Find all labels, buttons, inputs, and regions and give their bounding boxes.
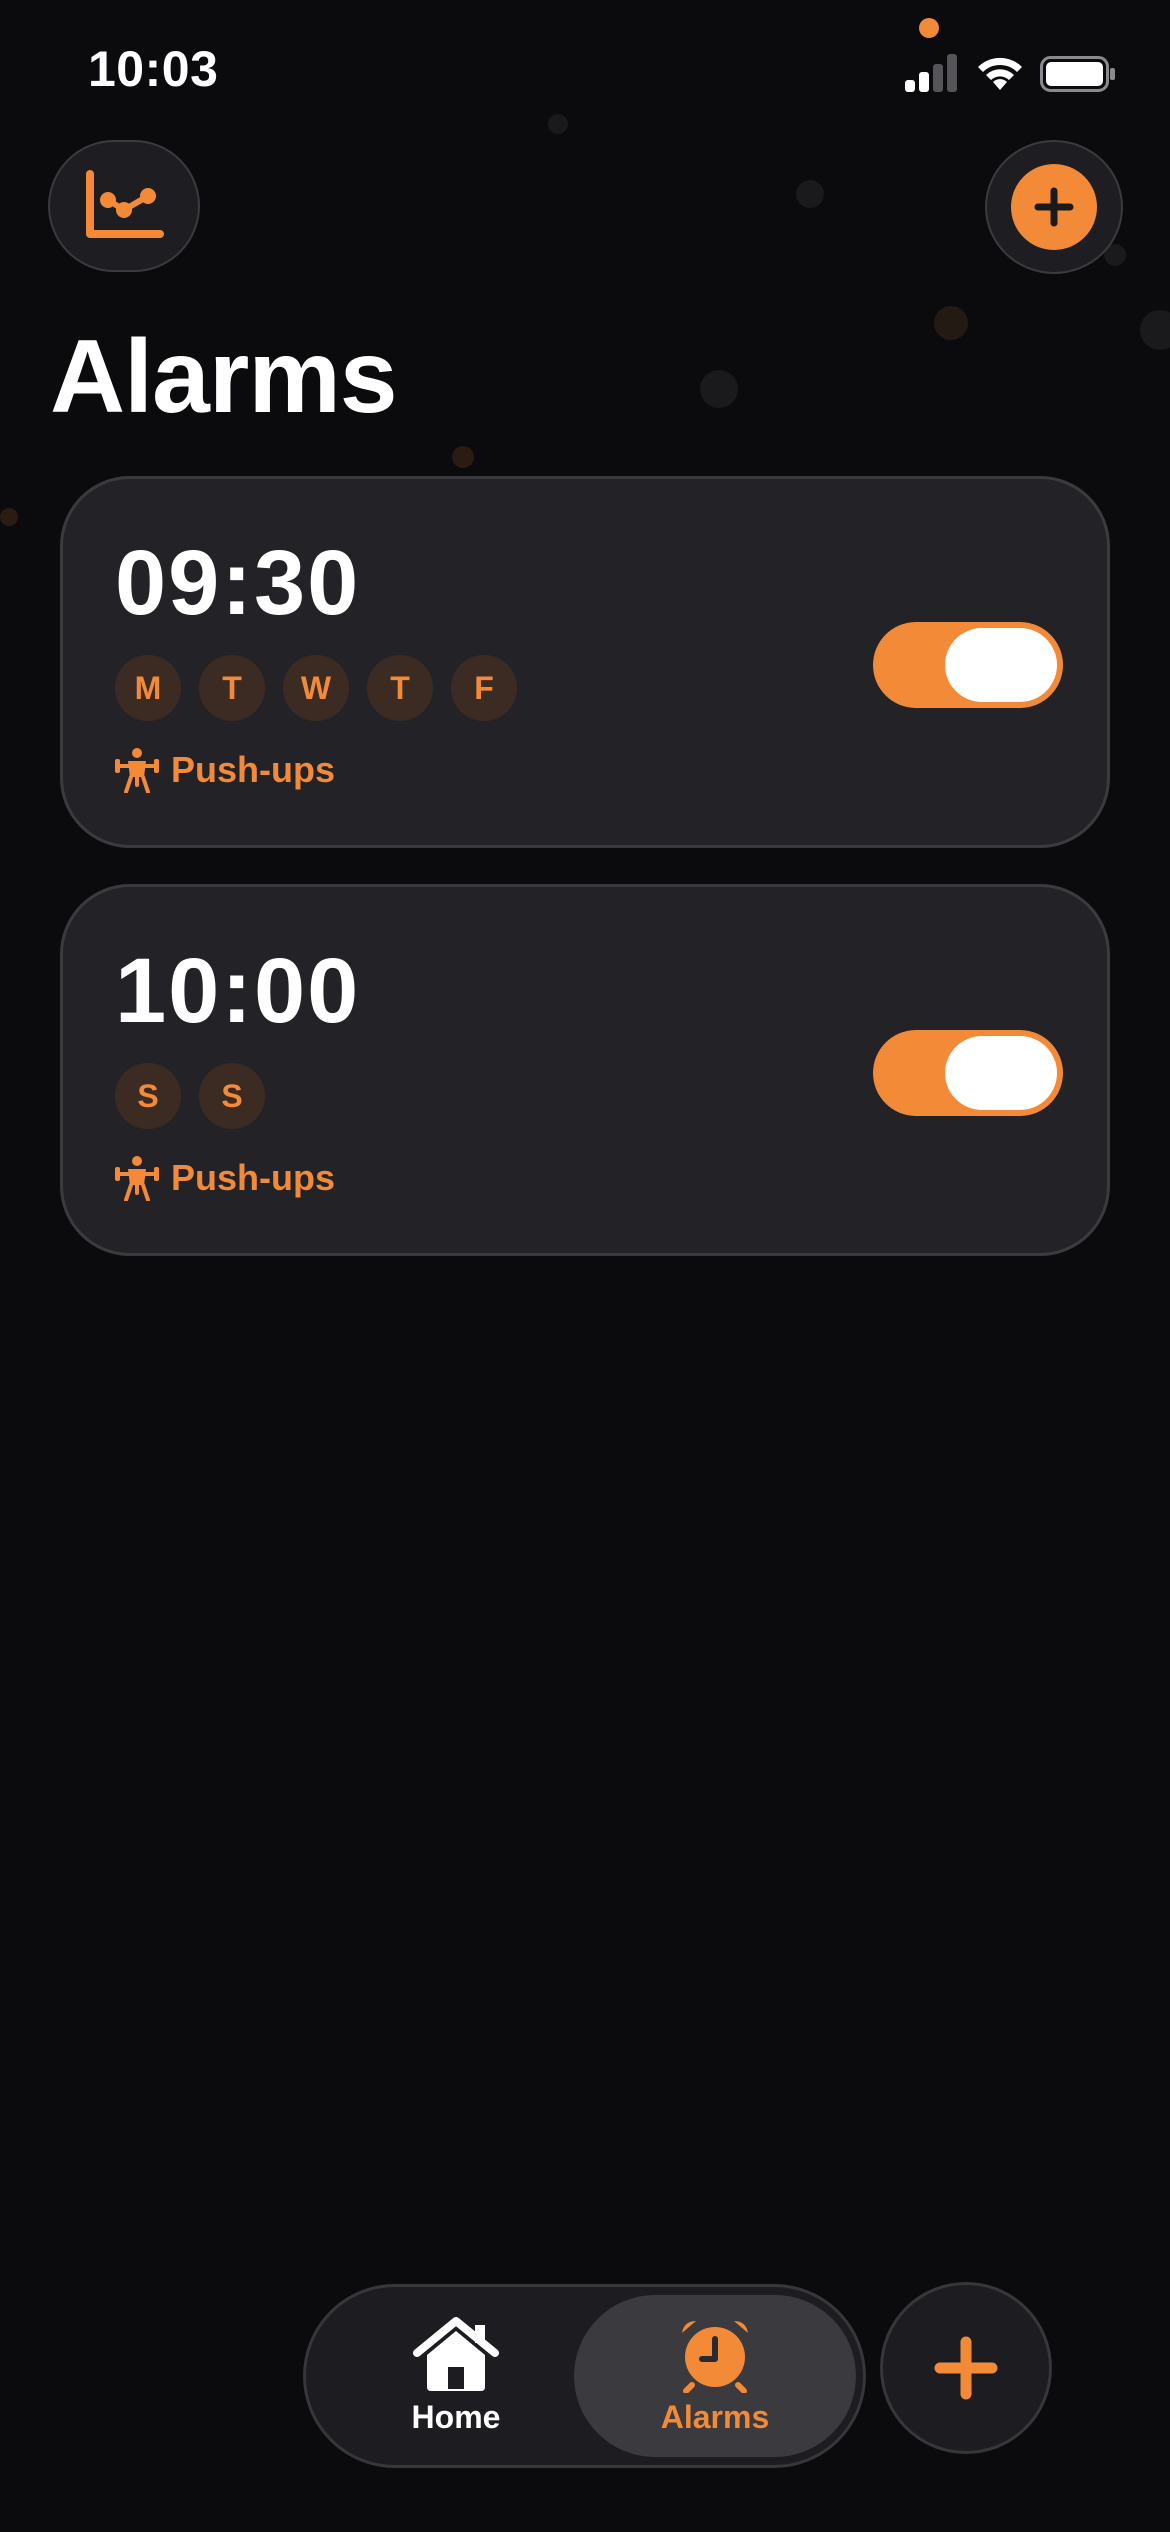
tab-alarms[interactable]: Alarms: [574, 2295, 856, 2457]
day-chip: S: [115, 1063, 181, 1129]
weightlifter-icon: [115, 748, 159, 793]
alarm-card[interactable]: 10:00 S S Push-ups: [60, 884, 1110, 1256]
day-chip: T: [367, 655, 433, 721]
weightlifter-icon: [115, 1156, 159, 1201]
background-bubble: [796, 180, 824, 208]
plus-icon: [934, 2336, 998, 2400]
status-time: 10:03: [88, 41, 219, 97]
screen: 10:03 Alarms 09:30 M T W T F Push-ups 10…: [0, 0, 1170, 2532]
add-button[interactable]: [880, 2282, 1052, 2454]
tab-home[interactable]: Home: [326, 2295, 586, 2457]
day-chip: M: [115, 655, 181, 721]
background-bubble: [1140, 310, 1170, 350]
alarm-days: M T W T F: [115, 655, 517, 721]
alarm-exercise: Push-ups: [115, 1155, 335, 1201]
tab-label: Home: [411, 2398, 501, 2435]
background-bubble: [0, 508, 18, 526]
recording-indicator-icon: [919, 18, 939, 38]
chart-icon: [86, 170, 164, 238]
plus-icon: [1034, 187, 1074, 227]
alarm-exercise: Push-ups: [115, 747, 335, 793]
day-chip: T: [199, 655, 265, 721]
add-alarm-button[interactable]: [985, 140, 1123, 274]
alarm-toggle[interactable]: [873, 1030, 1063, 1116]
background-bubble: [934, 306, 968, 340]
tab-label: Alarms: [660, 2398, 770, 2435]
alarm-time: 09:30: [115, 532, 361, 634]
battery-icon: [1040, 56, 1115, 92]
stats-button[interactable]: [48, 140, 200, 272]
page-title: Alarms: [50, 319, 398, 435]
alarm-days: S S: [115, 1063, 265, 1129]
alarm-clock-icon: [682, 2320, 748, 2393]
day-chip: W: [283, 655, 349, 721]
alarm-card[interactable]: 09:30 M T W T F Push-ups: [60, 476, 1110, 848]
toggle-knob: [945, 1036, 1057, 1110]
background-bubble: [700, 370, 738, 408]
wifi-icon: [978, 57, 1022, 90]
tab-bar: Home Alarms: [303, 2284, 866, 2468]
background-bubble: [452, 446, 474, 468]
exercise-label: Push-ups: [171, 1157, 336, 1198]
home-icon: [413, 2316, 499, 2391]
day-chip: F: [451, 655, 517, 721]
day-chip: S: [199, 1063, 265, 1129]
alarm-toggle[interactable]: [873, 622, 1063, 708]
toggle-knob: [945, 628, 1057, 702]
background-bubble: [548, 114, 568, 134]
alarm-time: 10:00: [115, 940, 361, 1042]
exercise-label: Push-ups: [171, 749, 336, 790]
add-alarm-button-fill: [1011, 164, 1097, 250]
cellular-signal-icon: [905, 54, 957, 92]
